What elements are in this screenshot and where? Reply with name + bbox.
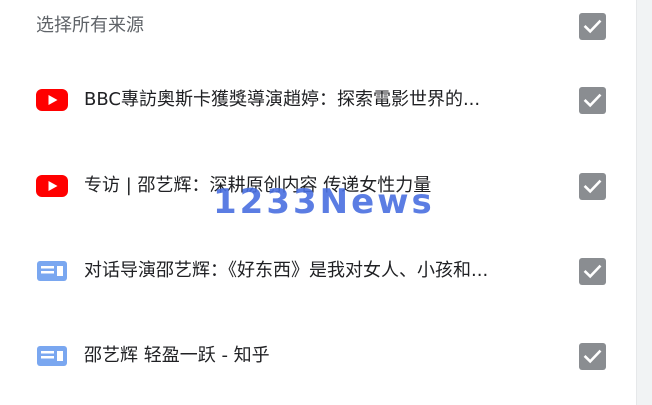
source-item[interactable]: 邵艺辉 轻盈一跃 - 知乎 [0,336,636,376]
source-checkbox[interactable] [579,343,606,370]
source-title: BBC專訪奧斯卡獲獎導演趙婷：探索電影世界的... [84,89,481,110]
youtube-icon [36,175,68,197]
article-icon [37,346,67,366]
checkmark-icon [583,264,602,279]
checkmark-icon [583,19,602,34]
youtube-icon [36,89,68,111]
select-all-row[interactable]: 选择所有来源 [0,6,636,46]
source-item[interactable]: 对话导演邵艺辉：《好东西》是我对女人、小孩和... [0,251,636,291]
scrollbar-divider [636,0,637,405]
checkmark-icon [583,179,602,194]
checkmark-icon [583,349,602,364]
select-all-checkbox[interactable] [579,13,606,40]
source-checkbox[interactable] [579,87,606,114]
checkmark-icon [583,93,602,108]
source-selection-panel: 选择所有来源 BBC專訪奧斯卡獲獎導演趙婷：探索電影世界的... 专访 | 邵艺… [0,0,636,405]
source-item[interactable]: BBC專訪奧斯卡獲獎導演趙婷：探索電影世界的... [0,80,636,120]
select-all-label: 选择所有来源 [36,15,144,36]
source-checkbox[interactable] [579,173,606,200]
scrollbar-track[interactable] [636,0,652,405]
source-title: 对话导演邵艺辉：《好东西》是我对女人、小孩和... [84,260,489,281]
source-checkbox[interactable] [579,258,606,285]
article-icon [37,261,67,281]
watermark: 1233News [213,182,435,222]
source-title: 邵艺辉 轻盈一跃 - 知乎 [84,345,270,366]
